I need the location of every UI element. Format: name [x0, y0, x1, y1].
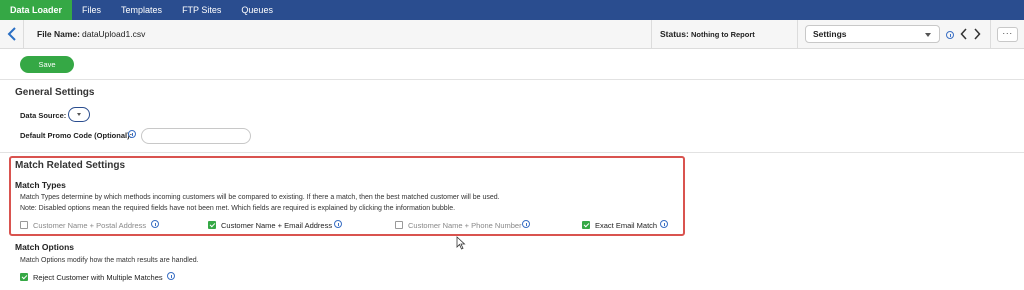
status-value: Nothing to Report — [691, 30, 755, 39]
info-icon[interactable] — [334, 220, 342, 228]
caret-down-icon — [925, 33, 931, 37]
tab-queues[interactable]: Queues — [231, 0, 283, 20]
promo-code-label: Default Promo Code (Optional): — [20, 131, 133, 140]
chevron-right-icon[interactable] — [973, 28, 981, 40]
checkbox-email-address[interactable] — [208, 221, 216, 229]
settings-select[interactable]: Settings — [805, 25, 940, 43]
option-email-address-label: Customer Name + Email Address — [221, 221, 333, 230]
chevron-left-icon — [7, 27, 16, 41]
checkbox-reject-multiple[interactable] — [20, 273, 28, 281]
divider — [0, 79, 1024, 80]
top-nav: Data Loader Files Templates FTP Sites Qu… — [0, 0, 1024, 20]
tab-templates[interactable]: Templates — [111, 0, 172, 20]
option-reject-multiple-label: Reject Customer with Multiple Matches — [33, 273, 163, 282]
match-options-description: Match Options modify how the match resul… — [20, 257, 199, 264]
divider — [797, 20, 798, 48]
general-settings-title: General Settings — [15, 87, 95, 98]
chevron-left-icon[interactable] — [960, 28, 968, 40]
save-button[interactable]: Save — [20, 56, 74, 73]
status-label: Status: — [660, 29, 689, 39]
option-phone-number-label: Customer Name + Phone Number — [408, 221, 522, 230]
data-source-label: Data Source: — [20, 111, 67, 120]
divider — [990, 20, 991, 48]
tab-ftp-sites[interactable]: FTP Sites — [172, 0, 231, 20]
option-postal-address-label: Customer Name + Postal Address — [33, 221, 147, 230]
data-source-dropdown[interactable] — [68, 107, 90, 122]
settings-select-value: Settings — [813, 29, 847, 39]
divider — [651, 20, 652, 48]
more-options-button[interactable]: ··· — [997, 27, 1018, 42]
header-bar: File Name: dataUpload1.csv Status: Nothi… — [0, 20, 1024, 49]
match-types-title: Match Types — [15, 180, 66, 190]
tab-data-loader[interactable]: Data Loader — [0, 0, 73, 20]
file-name-label: File Name: — [37, 29, 80, 39]
mouse-cursor-icon — [456, 236, 466, 250]
info-icon[interactable] — [522, 220, 530, 228]
checkbox-exact-email[interactable] — [582, 221, 590, 229]
match-settings-title: Match Related Settings — [15, 160, 126, 171]
tab-files[interactable]: Files — [72, 0, 111, 20]
promo-code-input[interactable] — [141, 128, 251, 144]
option-exact-email-label: Exact Email Match — [595, 221, 658, 230]
file-name-value: dataUpload1.csv — [82, 29, 146, 39]
info-icon[interactable] — [167, 272, 175, 280]
match-types-description: Match Types determine by which methods i… — [20, 194, 500, 201]
match-types-note: Note: Disabled options mean the required… — [20, 205, 456, 212]
info-icon[interactable] — [128, 130, 136, 138]
checkbox-postal-address[interactable] — [20, 221, 28, 229]
back-button[interactable] — [0, 20, 24, 48]
info-icon[interactable] — [946, 31, 954, 39]
match-options-title: Match Options — [15, 242, 75, 252]
caret-down-icon — [77, 113, 81, 116]
info-icon[interactable] — [151, 220, 159, 228]
info-icon[interactable] — [660, 220, 668, 228]
divider — [0, 152, 1024, 153]
checkbox-phone-number[interactable] — [395, 221, 403, 229]
